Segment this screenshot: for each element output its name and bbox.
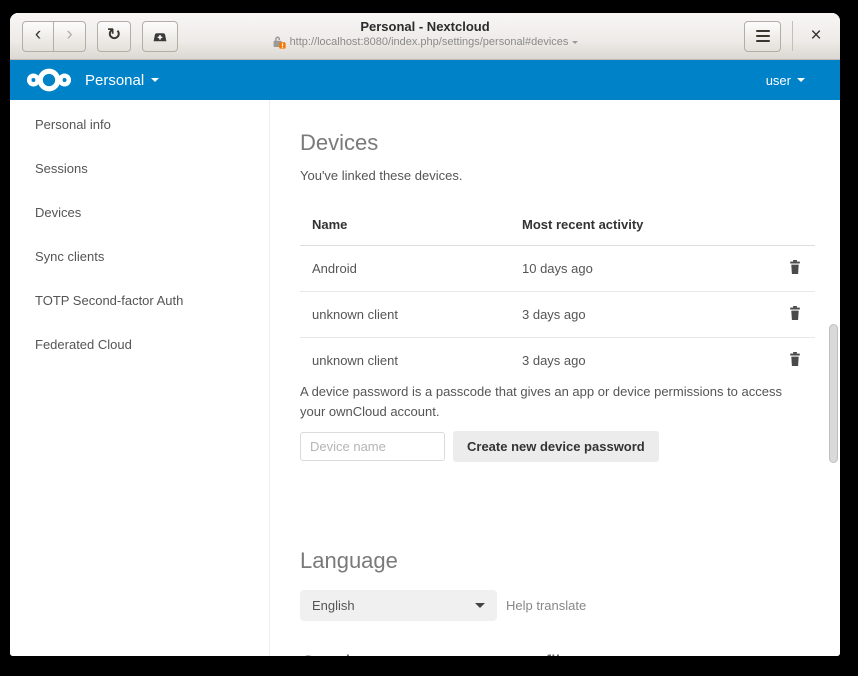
table-row: unknown client 3 days ago — [300, 338, 815, 381]
forward-button[interactable]: › — [54, 21, 86, 52]
apps-section: Get the apps to sync your files — [300, 652, 840, 656]
device-activity: 3 days ago — [510, 338, 742, 381]
settings-content: Devices You've linked these devices. Nam… — [270, 100, 840, 656]
url-text: http://localhost:8080/index.php/settings… — [290, 35, 569, 49]
delete-device-button[interactable] — [787, 259, 803, 275]
window-title: Personal - Nextcloud — [215, 18, 635, 35]
sidebar-item-sessions[interactable]: Sessions — [10, 147, 269, 191]
delete-device-button[interactable] — [787, 351, 803, 367]
device-name: unknown client — [300, 292, 510, 338]
nextcloud-logo[interactable] — [25, 65, 73, 95]
user-menu-label: user — [766, 73, 791, 88]
devices-table: Name Most recent activity Android 10 day… — [300, 209, 815, 380]
device-activity: 10 days ago — [510, 246, 742, 292]
delete-device-button[interactable] — [787, 305, 803, 321]
device-password-hint: A device password is a passcode that giv… — [300, 382, 798, 422]
trash-icon — [787, 351, 803, 367]
settings-sidebar: Personal info Sessions Devices Sync clie… — [10, 100, 270, 656]
user-menu[interactable]: user — [766, 73, 825, 88]
trash-icon — [787, 259, 803, 275]
chevron-down-icon — [797, 78, 805, 82]
chevron-down-icon — [151, 78, 159, 82]
sidebar-item-sync-clients[interactable]: Sync clients — [10, 235, 269, 279]
titlebar-right: × — [744, 21, 828, 52]
devices-section: Devices You've linked these devices. Nam… — [300, 130, 840, 462]
chevron-down-icon — [475, 603, 485, 608]
apps-title: Get the apps to sync your files — [300, 652, 840, 656]
table-header-row: Name Most recent activity — [300, 209, 815, 246]
browser-window: ‹ › ↻ Personal - Nextcloud — [10, 13, 840, 656]
close-window-button[interactable]: × — [804, 21, 828, 51]
devices-subtitle: You've linked these devices. — [300, 168, 840, 183]
close-icon: × — [810, 25, 821, 47]
trash-icon — [787, 305, 803, 321]
back-icon: ‹ — [35, 25, 41, 47]
sidebar-item-totp[interactable]: TOTP Second-factor Auth — [10, 279, 269, 323]
new-tab-button[interactable] — [142, 21, 178, 52]
titlebar-center: Personal - Nextcloud http://localhost:80… — [215, 18, 635, 49]
titlebar-divider — [792, 21, 793, 51]
column-header-actions — [742, 209, 815, 246]
language-select[interactable]: English — [300, 590, 497, 621]
url-dropdown-icon[interactable] — [572, 41, 578, 44]
url-bar[interactable]: http://localhost:8080/index.php/settings… — [215, 35, 635, 49]
nextcloud-header: Personal user — [10, 60, 840, 100]
hamburger-icon — [756, 30, 770, 42]
app-menu-button[interactable] — [744, 21, 781, 52]
column-header-activity: Most recent activity — [510, 209, 742, 246]
sidebar-item-devices[interactable]: Devices — [10, 191, 269, 235]
back-button[interactable]: ‹ — [22, 21, 54, 52]
device-name-input[interactable] — [300, 432, 445, 461]
help-translate-link[interactable]: Help translate — [506, 598, 586, 613]
create-device-password-button[interactable]: Create new device password — [453, 431, 659, 462]
new-tab-icon — [151, 28, 169, 44]
table-row: Android 10 days ago — [300, 246, 815, 292]
sidebar-item-federated-cloud[interactable]: Federated Cloud — [10, 323, 269, 367]
table-row: unknown client 3 days ago — [300, 292, 815, 338]
forward-icon: › — [66, 25, 72, 47]
device-activity: 3 days ago — [510, 292, 742, 338]
reload-button[interactable]: ↻ — [97, 21, 131, 52]
browser-titlebar: ‹ › ↻ Personal - Nextcloud — [10, 13, 840, 60]
app-navigation-label: Personal — [85, 72, 144, 89]
devices-title: Devices — [300, 130, 840, 156]
scrollbar-thumb[interactable] — [829, 324, 838, 463]
nav-button-group: ‹ › — [22, 21, 86, 52]
column-header-name: Name — [300, 209, 510, 246]
sidebar-item-personal-info[interactable]: Personal info — [10, 103, 269, 147]
app-navigation-menu[interactable]: Personal — [85, 72, 159, 89]
device-name: Android — [300, 246, 510, 292]
language-selected-value: English — [312, 598, 355, 613]
language-section: Language English Help translate — [300, 548, 840, 621]
device-name: unknown client — [300, 338, 510, 381]
language-title: Language — [300, 548, 840, 574]
reload-icon: ↻ — [107, 25, 121, 47]
insecure-lock-icon — [272, 35, 286, 49]
settings-main: Personal info Sessions Devices Sync clie… — [10, 100, 840, 656]
device-password-form: Create new device password — [300, 431, 840, 462]
